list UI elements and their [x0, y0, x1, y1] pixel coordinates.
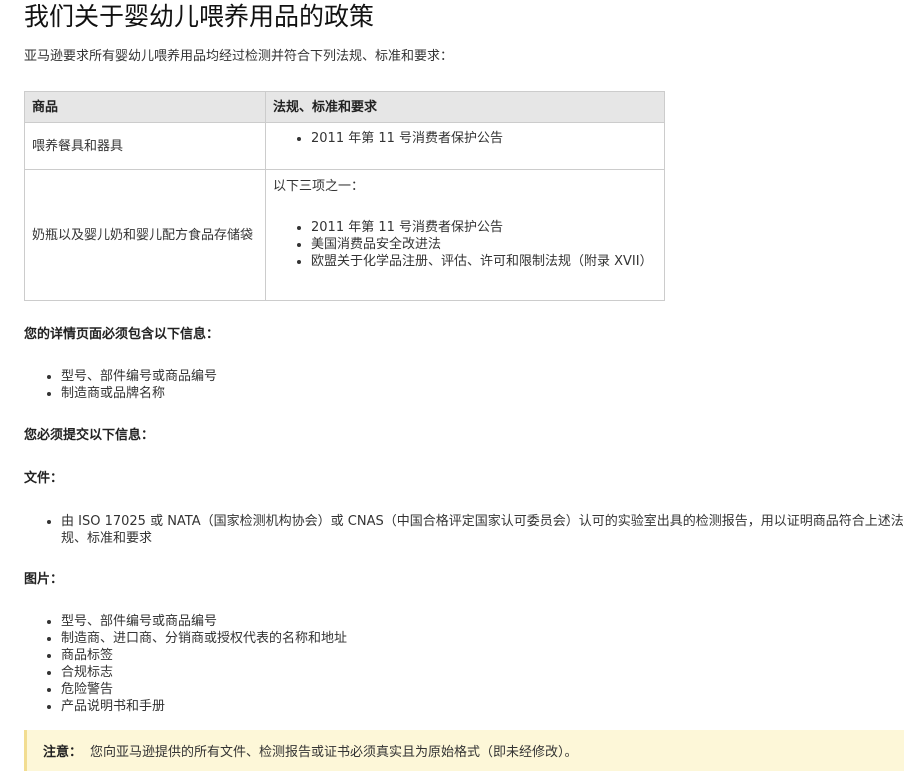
policy-table: 商品 法规、标准和要求 喂养餐具和器具 2011 年第 11 号消费者保护公告 …	[24, 91, 665, 301]
detail-page-list: 型号、部件编号或商品编号 制造商或品牌名称	[24, 368, 904, 402]
list-item: 制造商、进口商、分销商或授权代表的名称和地址	[61, 630, 904, 647]
images-heading: 图片：	[24, 572, 64, 587]
table-cell-product: 喂养餐具和器具	[24, 122, 266, 170]
documents-list: 由 ISO 17025 或 NATA（国家检测机构协会）或 CNAS（中国合格评…	[24, 513, 904, 547]
table-row: 喂养餐具和器具 2011 年第 11 号消费者保护公告	[24, 122, 665, 170]
list-item: 型号、部件编号或商品编号	[61, 613, 904, 630]
regulation-list: 2011 年第 11 号消费者保护公告	[273, 130, 664, 147]
intro-text: 亚马逊要求所有婴幼儿喂养用品均经过检测并符合下列法规、标准和要求：	[24, 49, 454, 64]
table-cell-regulations: 以下三项之一： 2011 年第 11 号消费者保护公告 美国消费品安全改进法 欧…	[265, 169, 665, 301]
list-item: 合规标志	[61, 664, 904, 681]
table-header-row: 商品 法规、标准和要求	[24, 91, 665, 123]
list-item: 制造商或品牌名称	[61, 385, 904, 402]
regulation-list: 2011 年第 11 号消费者保护公告 美国消费品安全改进法 欧盟关于化学品注册…	[273, 219, 664, 270]
list-item: 由 ISO 17025 或 NATA（国家检测机构协会）或 CNAS（中国合格评…	[61, 513, 904, 547]
list-item: 美国消费品安全改进法	[311, 236, 664, 253]
list-item: 商品标签	[61, 647, 904, 664]
regulation-lead-text: 以下三项之一：	[273, 179, 365, 194]
table-row: 奶瓶以及婴儿奶和婴儿配方食品存储袋 以下三项之一： 2011 年第 11 号消费…	[24, 169, 665, 301]
table-cell-regulations: 2011 年第 11 号消费者保护公告	[265, 122, 665, 170]
table-header-regulations: 法规、标准和要求	[265, 91, 665, 123]
submit-heading: 您必须提交以下信息：	[24, 428, 155, 443]
images-list: 型号、部件编号或商品编号 制造商、进口商、分销商或授权代表的名称和地址 商品标签…	[24, 613, 904, 715]
list-item: 2011 年第 11 号消费者保护公告	[311, 219, 664, 236]
note-text: 您向亚马逊提供的所有文件、检测报告或证书必须真实且为原始格式（即未经修改）。	[90, 745, 578, 760]
page-title: 我们关于婴幼儿喂养用品的政策	[24, 2, 375, 31]
note-box: 注意： 您向亚马逊提供的所有文件、检测报告或证书必须真实且为原始格式（即未经修改）…	[24, 730, 904, 771]
list-item: 型号、部件编号或商品编号	[61, 368, 904, 385]
table-header-product: 商品	[24, 91, 266, 123]
list-item: 欧盟关于化学品注册、评估、许可和限制法规（附录 XVII）	[311, 253, 664, 270]
documents-heading: 文件：	[24, 471, 64, 486]
note-label: 注意：	[43, 745, 83, 760]
list-item: 2011 年第 11 号消费者保护公告	[311, 130, 664, 147]
detail-page-heading: 您的详情页面必须包含以下信息：	[24, 327, 220, 342]
table-cell-product: 奶瓶以及婴儿奶和婴儿配方食品存储袋	[24, 169, 266, 301]
list-item: 危险警告	[61, 681, 904, 698]
list-item: 产品说明书和手册	[61, 698, 904, 715]
